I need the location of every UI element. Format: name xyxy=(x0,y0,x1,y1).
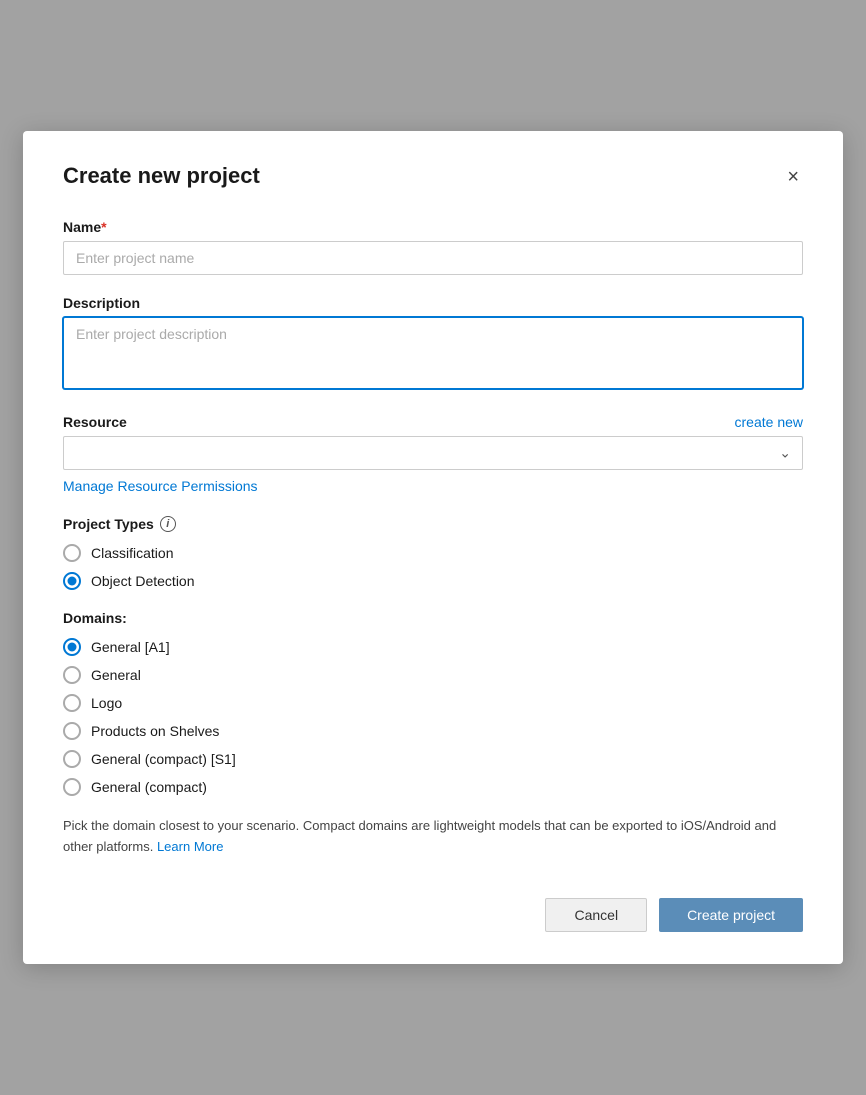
manage-permissions-link[interactable]: Manage Resource Permissions xyxy=(63,478,258,494)
learn-more-link[interactable]: Learn More xyxy=(157,839,223,854)
resource-label: Resource xyxy=(63,414,127,430)
create-new-link[interactable]: create new xyxy=(735,414,803,430)
radio-general-compact[interactable] xyxy=(63,778,81,796)
radio-general-a1-label: General [A1] xyxy=(91,639,170,655)
domains-radio-group: General [A1] General Logo Products on Sh… xyxy=(63,638,803,796)
description-label: Description xyxy=(63,295,803,311)
radio-classification[interactable] xyxy=(63,544,81,562)
name-field-group: Name* xyxy=(63,219,803,275)
dialog-header: Create new project × xyxy=(63,163,803,191)
dialog-footer: Cancel Create project xyxy=(63,882,803,932)
cancel-button[interactable]: Cancel xyxy=(545,898,647,932)
close-button[interactable]: × xyxy=(783,163,803,191)
radio-option-logo[interactable]: Logo xyxy=(63,694,803,712)
radio-general-compact-label: General (compact) xyxy=(91,779,207,795)
description-field-group: Description xyxy=(63,295,803,394)
create-project-button[interactable]: Create project xyxy=(659,898,803,932)
required-indicator: * xyxy=(101,219,106,235)
radio-products-on-shelves-label: Products on Shelves xyxy=(91,723,219,739)
radio-option-general-compact[interactable]: General (compact) xyxy=(63,778,803,796)
info-icon[interactable]: i xyxy=(160,516,176,532)
radio-classification-label: Classification xyxy=(91,545,173,561)
name-label: Name* xyxy=(63,219,803,235)
project-types-radio-group: Classification Object Detection xyxy=(63,544,803,590)
name-input[interactable] xyxy=(63,241,803,275)
domain-description: Pick the domain closest to your scenario… xyxy=(63,816,803,858)
description-input[interactable] xyxy=(63,317,803,389)
project-types-group: Project Types i Classification Object De… xyxy=(63,516,803,590)
dialog-overlay: Create new project × Name* Description R… xyxy=(0,0,866,1095)
radio-general-label: General xyxy=(91,667,141,683)
project-types-label: Project Types i xyxy=(63,516,803,532)
radio-products-on-shelves[interactable] xyxy=(63,722,81,740)
domains-group: Domains: General [A1] General Logo Produ… xyxy=(63,610,803,858)
radio-general-a1[interactable] xyxy=(63,638,81,656)
radio-general[interactable] xyxy=(63,666,81,684)
radio-general-compact-s1-label: General (compact) [S1] xyxy=(91,751,236,767)
radio-logo-label: Logo xyxy=(91,695,122,711)
radio-option-object-detection[interactable]: Object Detection xyxy=(63,572,803,590)
radio-option-general-compact-s1[interactable]: General (compact) [S1] xyxy=(63,750,803,768)
radio-option-products-on-shelves[interactable]: Products on Shelves xyxy=(63,722,803,740)
resource-select-wrapper: ⌄ xyxy=(63,436,803,470)
radio-object-detection[interactable] xyxy=(63,572,81,590)
radio-option-general-a1[interactable]: General [A1] xyxy=(63,638,803,656)
radio-object-detection-label: Object Detection xyxy=(91,573,195,589)
dialog-title: Create new project xyxy=(63,163,260,189)
create-project-dialog: Create new project × Name* Description R… xyxy=(23,131,843,964)
resource-field-group: Resource create new ⌄ Manage Resource Pe… xyxy=(63,414,803,496)
radio-general-compact-s1[interactable] xyxy=(63,750,81,768)
resource-select[interactable] xyxy=(63,436,803,470)
radio-option-general[interactable]: General xyxy=(63,666,803,684)
radio-logo[interactable] xyxy=(63,694,81,712)
domains-label: Domains: xyxy=(63,610,803,626)
radio-option-classification[interactable]: Classification xyxy=(63,544,803,562)
resource-header: Resource create new xyxy=(63,414,803,430)
